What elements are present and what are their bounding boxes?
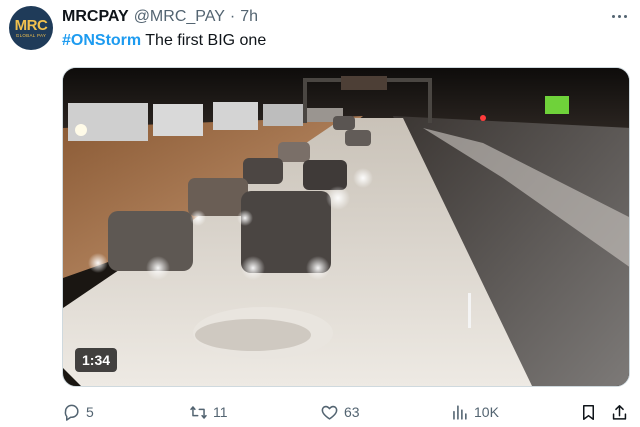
video-duration: 1:34 (75, 348, 118, 372)
more-horizontal-icon (611, 14, 615, 18)
view-count: 10K (474, 404, 499, 420)
avatar[interactable]: MRC GLOBAL PAY (9, 6, 53, 50)
bookmark-button[interactable] (579, 400, 598, 424)
author-handle[interactable]: @MRC_PAY (134, 8, 225, 26)
tweet[interactable]: MRC GLOBAL PAY MRCPAY @MRC_PAY · 7h #ONS… (0, 0, 640, 427)
hashtag-link[interactable]: #ONStorm (62, 32, 141, 49)
tweet-text: #ONStorm The first BIG one (62, 32, 266, 50)
retweet-button[interactable]: 11 (189, 400, 228, 424)
reply-icon (64, 404, 79, 421)
reply-count: 5 (86, 404, 94, 420)
retweet-icon (190, 405, 207, 419)
avatar-logo-text: MRC (14, 16, 48, 34)
views-button[interactable]: 10K (450, 400, 499, 424)
tweet-header: MRCPAY @MRC_PAY · 7h (62, 8, 258, 26)
tweet-actions: 5 11 63 10K (62, 400, 630, 424)
views-icon (453, 404, 467, 420)
tweet-body: The first BIG one (141, 32, 267, 49)
video-player[interactable]: 1:34 (62, 67, 630, 387)
header-separator: · (229, 8, 236, 25)
bookmark-icon (582, 404, 595, 420)
share-button[interactable] (610, 400, 629, 424)
author-name[interactable]: MRCPAY (62, 8, 129, 26)
more-button[interactable] (608, 6, 630, 26)
more-dot (617, 14, 621, 18)
heart-icon (321, 405, 338, 420)
video-frame (63, 68, 629, 386)
retweet-count: 11 (213, 404, 228, 420)
more-dot (623, 14, 627, 18)
share-icon (612, 404, 627, 420)
avatar-logo-subtext: GLOBAL PAY (15, 32, 47, 38)
reply-button[interactable]: 5 (62, 400, 94, 424)
like-button[interactable]: 63 (320, 400, 360, 424)
like-count: 63 (344, 404, 360, 420)
tweet-timestamp[interactable]: 7h (240, 8, 258, 26)
